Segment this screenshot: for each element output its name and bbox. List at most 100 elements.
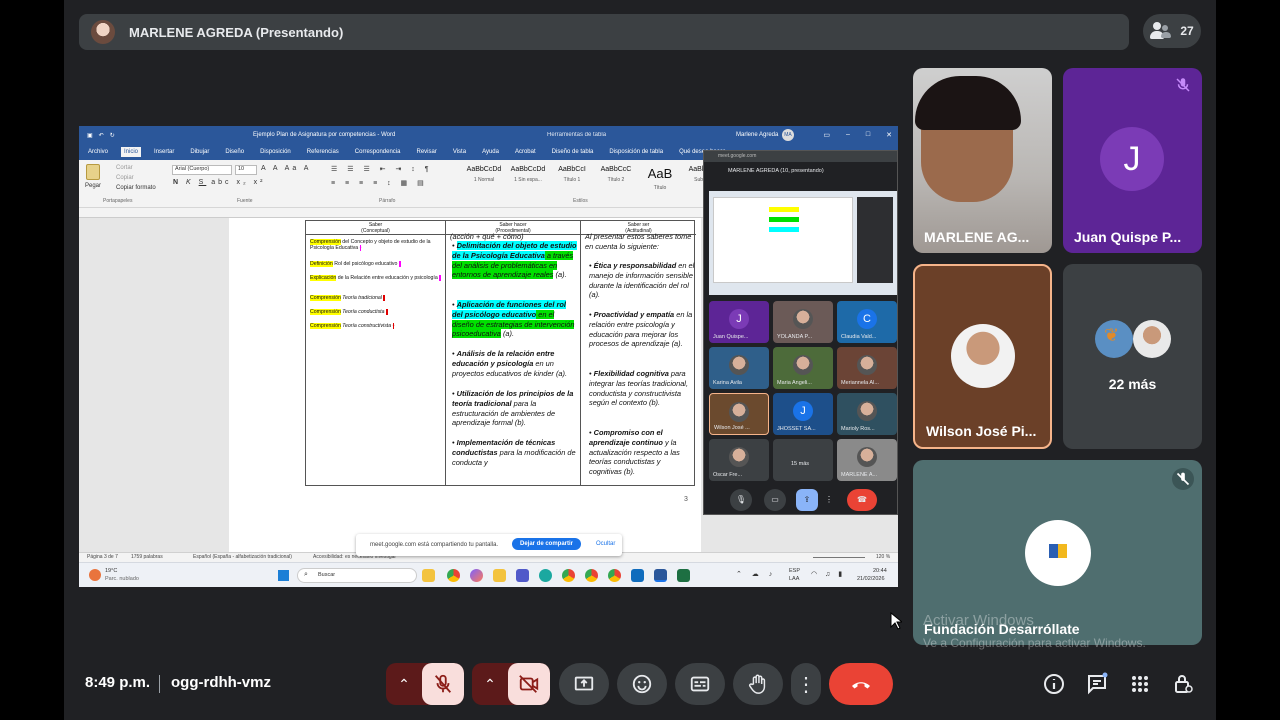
ribbon-tab[interactable]: Revisar <box>413 147 439 157</box>
lang-indicator-1[interactable]: ESP <box>789 568 800 574</box>
style-option[interactable]: AaBbCcC Título 2 <box>597 166 635 183</box>
mini-participant-tile[interactable]: Meriannela Al... <box>837 347 897 389</box>
ribbon-tab[interactable]: Acrobat <box>512 147 539 157</box>
format-painter-button[interactable]: Copiar formato <box>116 185 156 191</box>
mini-more-button[interactable]: ⋮ <box>824 489 834 511</box>
present-screen-button[interactable] <box>559 663 609 705</box>
weather-temp[interactable]: 19°C <box>105 568 117 574</box>
meeting-code[interactable]: ogg-rdhh-vmz <box>171 674 271 691</box>
ribbon-tab[interactable]: Insertar <box>151 147 177 157</box>
chrome-icon-2[interactable] <box>562 569 575 582</box>
maximize-icon[interactable]: □ <box>866 131 870 139</box>
word-user-avatar[interactable]: MA <box>782 129 794 141</box>
captions-button[interactable] <box>675 663 725 705</box>
meet-mini-window[interactable]: meet.google.com MARLENE AGREDA (10, pres… <box>703 150 898 515</box>
ribbon-tab[interactable]: Dibujar <box>187 147 212 157</box>
font-format-buttons[interactable]: N K S abc x₂ x² <box>173 179 265 186</box>
copilot-icon[interactable] <box>470 569 483 582</box>
mini-participant-tile[interactable]: 15 más <box>773 439 833 481</box>
outlook-icon[interactable] <box>631 569 644 582</box>
edge-icon[interactable] <box>539 569 552 582</box>
mini-mic-button[interactable]: 🎙 <box>730 489 752 511</box>
status-words[interactable]: 1759 palabras <box>131 554 163 560</box>
status-page[interactable]: Página 3 de 7 <box>87 554 118 560</box>
mini-participant-tile[interactable]: C Claudia Vald... <box>837 301 897 343</box>
paragraph-buttons[interactable]: ☰ ☰ ☰ ⇤ ⇥ ↕ ¶ <box>331 165 433 173</box>
participant-tile-wilson[interactable]: Wilson José Pi... <box>913 264 1052 449</box>
reactions-button[interactable] <box>617 663 667 705</box>
windows-start-icon[interactable] <box>278 570 289 581</box>
mini-participant-tile[interactable]: Maria Angeli... <box>773 347 833 389</box>
participant-tile-juan[interactable]: J Juan Quispe P... <box>1063 68 1202 253</box>
font-size-select[interactable]: 10 <box>235 165 257 175</box>
word-icon[interactable] <box>654 569 667 582</box>
mic-toggle-button[interactable] <box>422 663 464 705</box>
ribbon-tab[interactable]: Diseño <box>222 147 247 157</box>
cut-button[interactable]: Cortar <box>116 165 133 171</box>
clock-time[interactable]: 20:44 <box>873 568 887 574</box>
file-explorer-icon[interactable] <box>422 569 435 582</box>
style-option[interactable]: AaBbCcDd 1 Normal <box>465 166 503 183</box>
paste-icon[interactable] <box>86 164 100 180</box>
style-option[interactable]: AaB Título <box>641 166 679 191</box>
ribbon-options-icon[interactable]: ▭ <box>823 131 830 139</box>
zoom-slider[interactable] <box>813 557 865 558</box>
status-language[interactable]: Español (España - alfabetización tradici… <box>193 554 292 560</box>
mini-present-button[interactable]: ⇪ <box>796 489 818 511</box>
mini-camera-button[interactable]: ▭ <box>764 489 786 511</box>
chrome-icon-3[interactable] <box>585 569 598 582</box>
mini-participant-tile[interactable]: Oscar Fre... <box>709 439 769 481</box>
ribbon-tab[interactable]: Disposición <box>257 147 294 157</box>
align-buttons[interactable]: ≡ ≡ ≡ ≡ ↕ ▦ ▤ <box>331 179 428 187</box>
paste-button[interactable]: Pegar <box>85 183 101 189</box>
copy-button[interactable]: Copiar <box>116 175 134 181</box>
weather-desc[interactable]: Parc. nublado <box>105 576 139 582</box>
tray-icons[interactable]: ⌃ ☁ ♪ <box>736 570 776 578</box>
ribbon-tab[interactable]: Correspondencia <box>352 147 404 157</box>
font-color-buttons[interactable]: A A Aa A <box>261 165 311 172</box>
video-options-chevron-icon[interactable]: ⌃ <box>472 663 508 705</box>
presenter-bar[interactable]: MARLENE AGREDA (Presentando) <box>79 14 1129 50</box>
excel-icon[interactable] <box>677 569 690 582</box>
mini-participant-tile[interactable]: Marioly Ros... <box>837 393 897 435</box>
document-page[interactable]: Saber (Conceptual) Saber hacer (Procedimen… <box>229 218 701 552</box>
chrome-icon[interactable] <box>447 569 460 582</box>
undo-icon[interactable]: ↶ <box>99 132 104 139</box>
autosave-icon[interactable]: ↻ <box>110 132 115 139</box>
more-options-button[interactable]: ⋮ <box>791 663 821 705</box>
mini-participant-tile[interactable]: J Juan Quispe... <box>709 301 769 343</box>
mini-end-call-button[interactable]: ☎ <box>847 489 877 511</box>
ribbon-tab[interactable]: Diseño de tabla <box>549 147 597 157</box>
mini-participant-tile[interactable]: MARLENE A... <box>837 439 897 481</box>
lang-indicator-2[interactable]: LAA <box>789 576 799 582</box>
camera-toggle-button[interactable] <box>508 663 550 705</box>
activities-icon[interactable] <box>1128 672 1152 696</box>
chat-icon[interactable] <box>1085 672 1109 696</box>
font-name-select[interactable]: Arial (Cuerpo) <box>172 165 232 175</box>
clock-date[interactable]: 21/02/2026 <box>857 576 885 582</box>
mini-participant-tile[interactable]: Wilson José ... <box>709 393 769 435</box>
hide-notice-button[interactable]: Ocultar <box>596 541 615 547</box>
folder-icon[interactable] <box>493 569 506 582</box>
style-option[interactable]: AaBbCcDd 1 Sin espa... <box>509 166 547 183</box>
ribbon-tab[interactable]: Disposición de tabla <box>606 147 666 157</box>
save-icon[interactable]: ▣ <box>87 132 93 139</box>
zoom-level[interactable]: 120 % <box>876 554 890 560</box>
minimize-icon[interactable]: – <box>846 131 850 139</box>
host-controls-icon[interactable] <box>1171 672 1195 696</box>
chrome-icon-4[interactable] <box>608 569 621 582</box>
mini-participant-tile[interactable]: YOLANDA P... <box>773 301 833 343</box>
style-option[interactable]: AaBbCcI Título 1 <box>553 166 591 183</box>
audio-options-chevron-icon[interactable]: ⌃ <box>386 663 422 705</box>
ribbon-tab[interactable]: Archivo <box>85 147 111 157</box>
ribbon-tab[interactable]: Vista <box>450 147 469 157</box>
people-button[interactable]: 27 <box>1143 14 1201 48</box>
raise-hand-button[interactable] <box>733 663 783 705</box>
taskbar-search[interactable]: ⌕ Buscar <box>297 568 417 583</box>
ribbon-tab[interactable]: Inicio <box>121 147 142 157</box>
close-icon[interactable]: ✕ <box>886 131 892 139</box>
word-user-name[interactable]: Marlene Agreda <box>736 132 778 138</box>
mini-participant-tile[interactable]: J JHOSSET SA... <box>773 393 833 435</box>
network-volume-icons[interactable]: ◠ ♫ ▮ <box>811 570 845 578</box>
participant-tile-marlene[interactable]: MARLENE AG... <box>913 68 1052 253</box>
